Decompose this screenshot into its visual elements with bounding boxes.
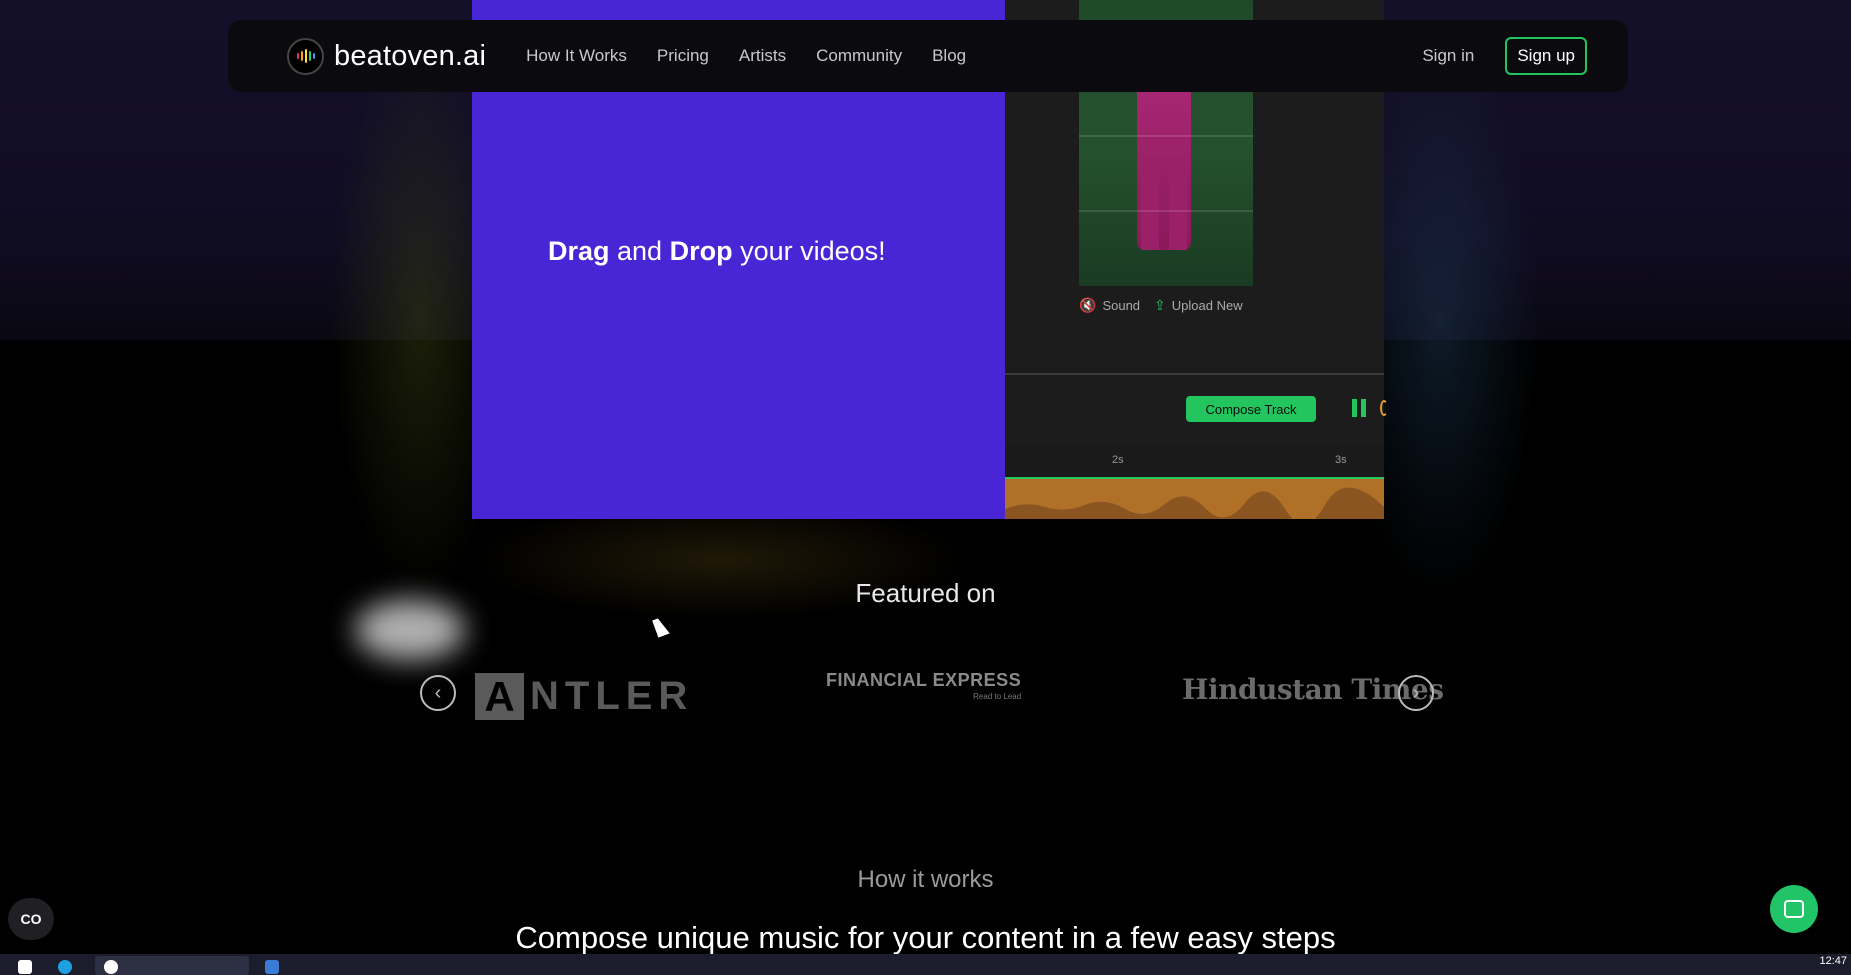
sign-in-link[interactable]: Sign in [1422,46,1474,66]
how-it-works-label: How it works [857,866,994,893]
mute-icon[interactable]: 🔇 [1079,297,1096,314]
logo-antler: A NTLER [475,673,693,720]
chat-icon [1784,900,1804,918]
calendar-app-icon[interactable] [265,958,285,975]
timeline-tick: 2s [1112,454,1124,466]
brand-logo[interactable]: beatoven.ai [287,37,487,75]
auth-actions: Sign in Sign up [1422,37,1587,75]
compose-track-button[interactable]: Compose Track [1186,396,1316,422]
nav-link-blog[interactable]: Blog [932,46,966,66]
upload-new-label[interactable]: Upload New [1172,298,1243,313]
nav-link-how-it-works[interactable]: How It Works [526,46,627,66]
featured-on-heading: Featured on [855,578,996,608]
chat-button[interactable] [1770,885,1818,933]
carousel-prev-button[interactable]: ‹ [420,675,456,711]
clock: 12:47 [1819,955,1847,967]
browser-tab-icon[interactable] [104,958,124,975]
dancer-legs [1141,160,1187,250]
edge-browser-icon[interactable] [58,958,78,975]
pause-icon[interactable] [1352,399,1366,417]
chevron-left-icon: ‹ [434,681,442,704]
upload-icon[interactable]: ⇪ [1154,297,1166,314]
drop-zone-text: Drag and Drop your videos! [548,236,886,266]
audio-waveform[interactable] [1005,479,1384,525]
sign-up-button[interactable]: Sign up [1505,37,1587,75]
logo-icon [287,37,324,75]
timeline-ruler: 2s 3s [1005,445,1384,477]
nav-link-pricing[interactable]: Pricing [657,46,709,66]
os-taskbar: 12:47 [0,954,1851,975]
carousel-next-button[interactable]: › [1398,675,1434,711]
divider [1005,373,1384,375]
brand-name: beatoven.ai [334,39,487,72]
nav-links: How It Works Pricing Artists Community B… [526,46,996,66]
chevron-right-icon: › [1412,681,1420,704]
timeline-tick: 3s [1335,454,1347,466]
waveform-shape [1005,487,1384,525]
loop-icon[interactable] [1380,400,1388,416]
video-scanline [1079,210,1253,212]
video-controls: 🔇 Sound ⇪ Upload New [1079,297,1243,314]
top-navbar: beatoven.ai How It Works Pricing Artists… [228,20,1628,92]
nav-link-community[interactable]: Community [816,46,902,66]
section-headline: Compose unique music for your content in… [515,920,1336,955]
start-icon[interactable] [18,958,38,975]
logo-financial-express: FINANCIAL EXPRESS Read to Lead [826,670,1022,701]
nav-link-artists[interactable]: Artists [739,46,786,66]
video-scanline [1079,135,1253,137]
sound-label[interactable]: Sound [1102,298,1140,313]
blurred-element [355,600,465,660]
accessibility-button[interactable]: CO [8,898,54,940]
